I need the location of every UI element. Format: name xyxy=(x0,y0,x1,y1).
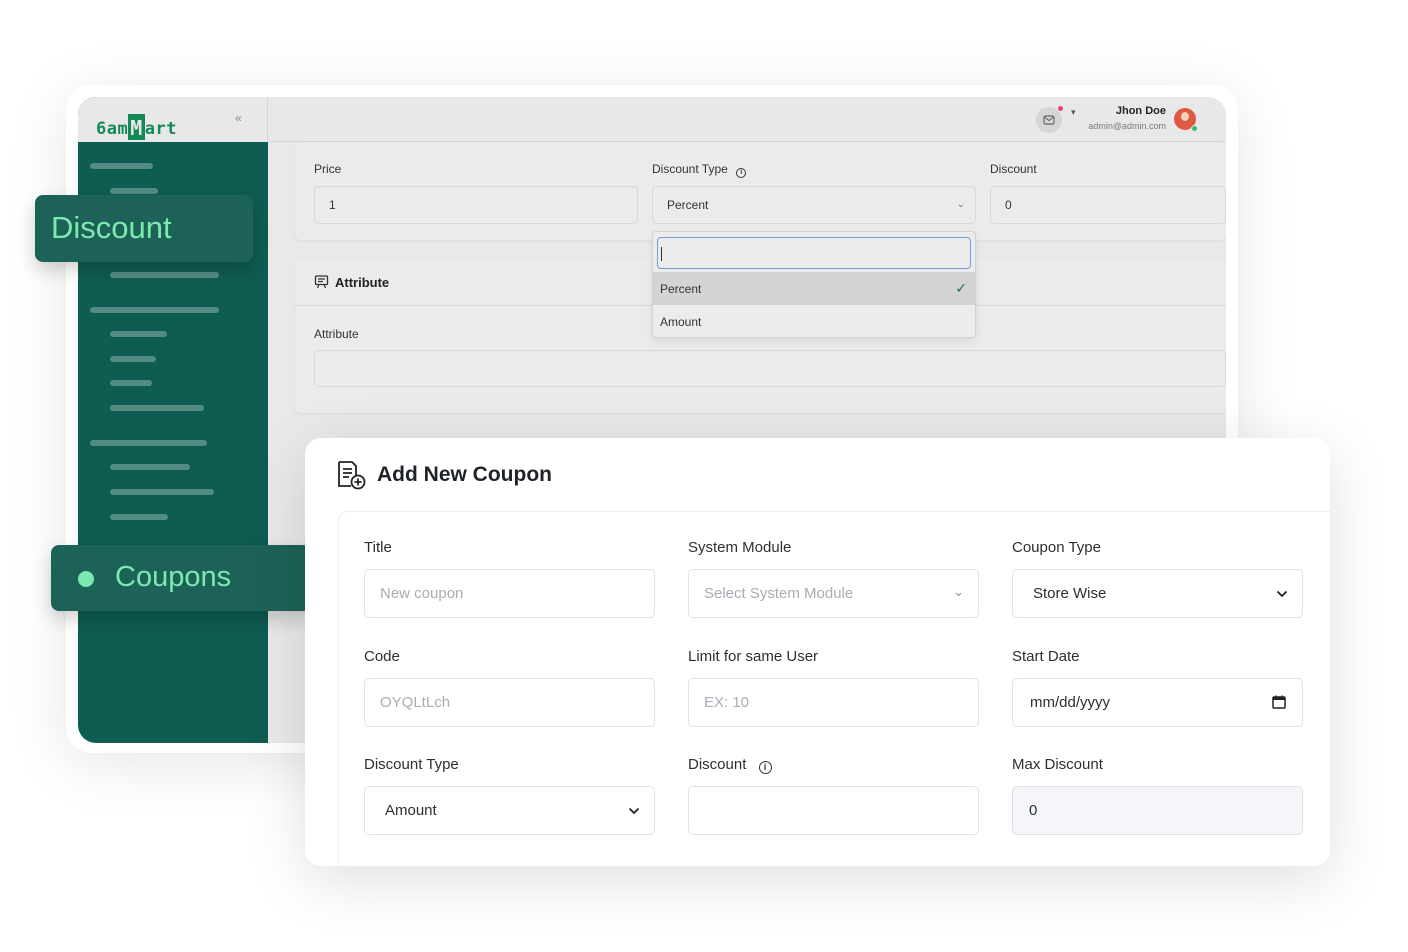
attribute-icon xyxy=(314,275,329,289)
dropdown-option-percent[interactable]: Percent ✓ xyxy=(653,272,975,305)
logo-suffix: art xyxy=(144,119,177,139)
sidebar-skeleton-line xyxy=(110,464,190,470)
discount-type-value: Amount xyxy=(385,802,437,819)
discount-label-text: Discount xyxy=(688,756,747,773)
calendar-icon[interactable] xyxy=(1272,695,1286,709)
online-status-icon xyxy=(1191,125,1198,132)
dropdown-option-label: Percent xyxy=(660,282,702,296)
coupon-type-select[interactable]: Store Wise xyxy=(1012,569,1303,618)
sidebar-skeleton-line xyxy=(90,307,219,313)
message-icon xyxy=(1043,115,1055,125)
start-date-label: Start Date xyxy=(1012,648,1080,665)
logo-prefix: 6am xyxy=(96,119,129,139)
limit-label: Limit for same User xyxy=(688,648,819,665)
sidebar-skeleton-line xyxy=(110,331,167,337)
start-date-input[interactable]: mm/dd/yyyy xyxy=(1012,678,1303,727)
dropdown-option-label: Amount xyxy=(660,315,702,329)
discount-type-select[interactable]: Percent ⌄ xyxy=(652,186,976,224)
dropdown-option-amount[interactable]: Amount xyxy=(653,305,975,338)
discount-type-select-value: Percent xyxy=(667,198,709,212)
top-bar: ▾ Jhon Doe admin@admin.com xyxy=(268,97,1226,142)
code-input[interactable]: OYQLtLch xyxy=(364,678,655,727)
sidebar-skeleton-line xyxy=(90,163,153,169)
info-icon[interactable]: i xyxy=(758,761,772,774)
brand-logo[interactable]: 6am Mart xyxy=(96,113,177,140)
sidebar-skeleton-line xyxy=(110,489,214,495)
bullet-dot-icon xyxy=(78,571,94,587)
price-panel: Price 1 Discount Type i Percent ⌄ Discou… xyxy=(295,142,1226,240)
discount-type-label-text: Discount Type xyxy=(652,162,728,176)
start-date-placeholder: mm/dd/yyyy xyxy=(1030,694,1111,711)
chevron-down-icon: ⌄ xyxy=(953,584,964,599)
discount-label: Discount i xyxy=(688,756,772,774)
screenshot-stage: 6am Mart « ▾ Jhon Doe admin@admin.com Pri… xyxy=(0,0,1408,952)
price-input[interactable]: 1 xyxy=(314,186,638,224)
coupon-form: Title New coupon System Module Select Sy… xyxy=(338,511,1330,866)
messages-button[interactable] xyxy=(1036,107,1062,133)
dropdown-search-input[interactable] xyxy=(657,237,971,269)
coupon-type-value: Store Wise xyxy=(1033,585,1107,602)
sidebar xyxy=(78,97,268,743)
sidebar-skeleton-line xyxy=(110,188,158,194)
text-cursor xyxy=(661,247,662,261)
attribute-label: Attribute xyxy=(314,327,359,341)
attribute-input[interactable] xyxy=(314,350,1226,387)
discount-type-dropdown: Percent ✓ Amount xyxy=(652,231,976,338)
chevron-down-icon xyxy=(628,807,640,815)
sidebar-skeleton-line xyxy=(110,514,168,520)
attribute-section-title: Attribute xyxy=(335,275,390,290)
brand-header: 6am Mart « xyxy=(78,97,268,142)
collapse-sidebar-icon[interactable]: « xyxy=(235,111,242,125)
title-input[interactable]: New coupon xyxy=(364,569,655,618)
chevron-down-icon xyxy=(1276,590,1288,598)
user-name[interactable]: Jhon Doe xyxy=(1116,105,1166,117)
price-label: Price xyxy=(314,162,342,176)
discount-label: Discount xyxy=(990,162,1037,176)
sidebar-skeleton-line xyxy=(110,272,219,278)
max-discount-label: Max Discount xyxy=(1012,756,1103,773)
user-email: admin@admin.com xyxy=(1088,121,1166,131)
chevron-down-icon: ⌄ xyxy=(956,199,965,210)
card-title: Add New Coupon xyxy=(377,463,552,486)
system-module-label: System Module xyxy=(688,539,792,556)
system-module-placeholder: Select System Module xyxy=(704,585,854,602)
title-label: Title xyxy=(364,539,392,556)
check-icon: ✓ xyxy=(955,280,967,296)
sidebar-skeleton-line xyxy=(90,440,207,446)
sidebar-skeleton-line xyxy=(110,405,204,411)
info-icon[interactable]: i xyxy=(736,168,747,178)
logo-m: M xyxy=(128,114,145,140)
coupons-badge-label: Coupons xyxy=(115,561,232,593)
discount-type-select[interactable]: Amount xyxy=(364,786,655,835)
messages-caret-icon[interactable]: ▾ xyxy=(1071,107,1076,118)
limit-input[interactable]: EX: 10 xyxy=(688,678,979,727)
system-module-select[interactable]: Select System Module ⌄ xyxy=(688,569,979,618)
coupon-add-icon xyxy=(338,461,366,490)
coupon-type-label: Coupon Type xyxy=(1012,539,1101,556)
discount-badge-label: Discount xyxy=(51,210,172,245)
add-coupon-card: Add New Coupon Title New coupon System M… xyxy=(305,438,1330,866)
discount-type-label: Discount Type xyxy=(364,756,459,773)
code-label: Code xyxy=(364,648,400,665)
sidebar-skeleton-line xyxy=(110,380,152,386)
sidebar-skeleton-line xyxy=(110,356,156,362)
discount-input[interactable]: 0 xyxy=(990,186,1226,224)
discount-input[interactable] xyxy=(688,786,979,835)
coupons-badge: Coupons xyxy=(51,545,311,611)
discount-type-label: Discount Type i xyxy=(652,162,747,178)
max-discount-input[interactable]: 0 xyxy=(1012,786,1303,835)
discount-badge: Discount xyxy=(35,195,253,262)
notification-dot xyxy=(1058,106,1063,111)
